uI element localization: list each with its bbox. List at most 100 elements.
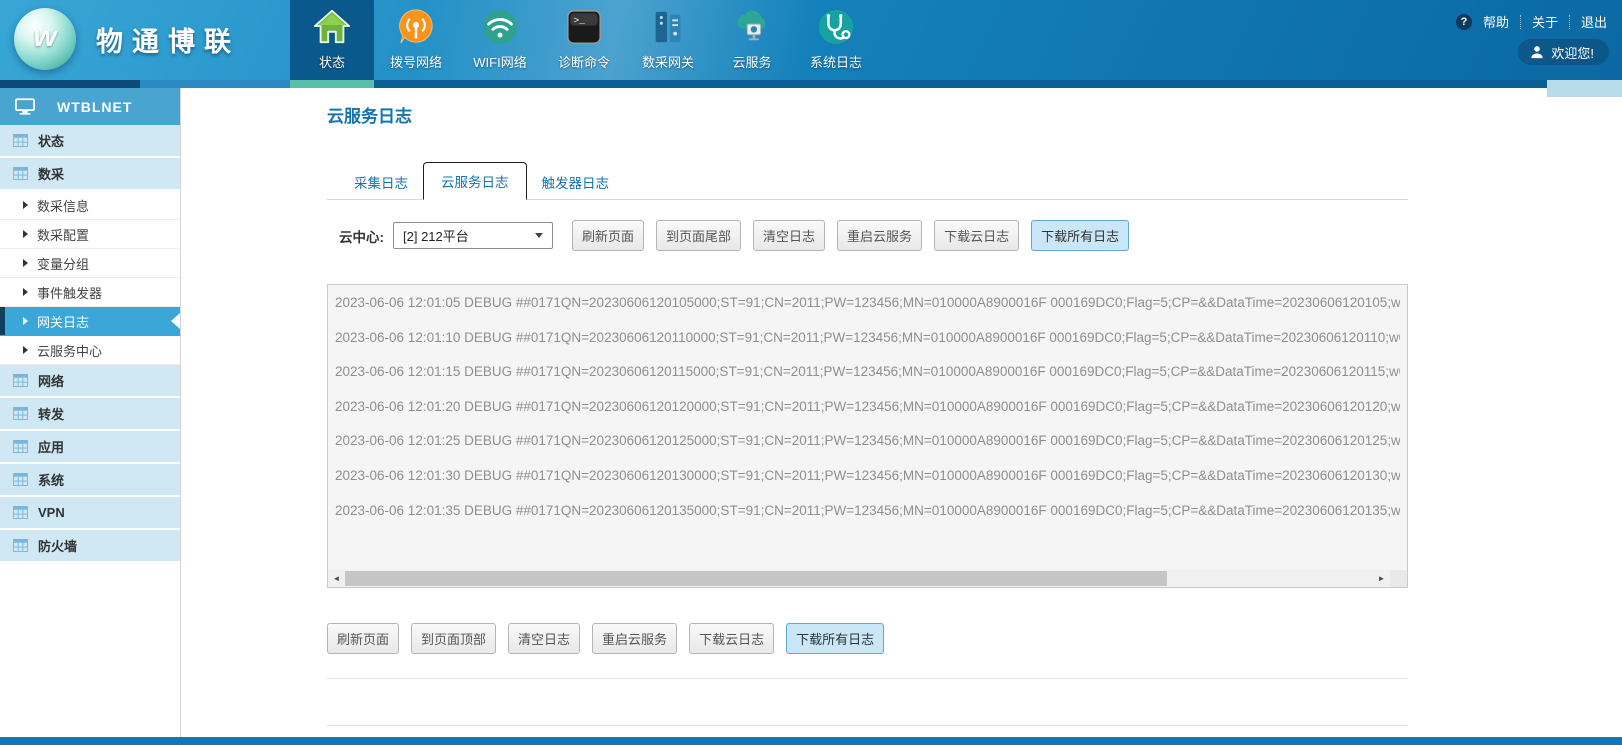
- scrollbar-corner: [1390, 570, 1407, 587]
- log-line: 2023-06-06 12:01:05 DEBUG ##0171QN=20230…: [335, 286, 1400, 321]
- cloud-center-select[interactable]: [2] 212平台: [393, 222, 553, 249]
- clear-log-button-bottom[interactable]: 清空日志: [508, 623, 580, 654]
- header-links: ? 帮助 关于 退出: [1456, 12, 1607, 31]
- log-line: 2023-06-06 12:01:10 DEBUG ##0171QN=20230…: [335, 321, 1400, 356]
- welcome-text: 欢迎您!: [1551, 43, 1594, 62]
- help-link[interactable]: 帮助: [1483, 12, 1509, 31]
- sidebar-item-data-collect[interactable]: 数采: [0, 158, 180, 191]
- scrollbar-track[interactable]: [345, 570, 1373, 587]
- server-gateway-icon: [647, 6, 689, 48]
- user-icon: [1530, 45, 1544, 59]
- broadcast-icon: [395, 6, 437, 48]
- nav-item-status[interactable]: 状态: [290, 0, 374, 80]
- refresh-page-button[interactable]: 刷新页面: [572, 220, 644, 251]
- nav-item-system-log[interactable]: 系统日志: [794, 0, 878, 80]
- tab-cloud-service-log[interactable]: 云服务日志: [423, 162, 527, 200]
- brand-logo: w 物通博联: [14, 8, 240, 70]
- log-toolbar: 云中心: [2] 212平台 刷新页面 到页面尾部 清空日志 重启云服务 下载云…: [327, 220, 1408, 251]
- sidebar-item-forward[interactable]: 转发: [0, 398, 180, 431]
- download-all-logs-button[interactable]: 下载所有日志: [1031, 220, 1129, 251]
- refresh-page-button-bottom[interactable]: 刷新页面: [327, 623, 399, 654]
- nav-item-wifi-network[interactable]: WIFI网络: [458, 0, 542, 80]
- sidebar-item-collect-info[interactable]: 数采信息: [0, 191, 180, 220]
- tab-collect-log[interactable]: 采集日志: [339, 165, 423, 199]
- sidebar-item-variable-group[interactable]: 变量分组: [0, 249, 180, 278]
- chevron-down-icon: [535, 233, 543, 238]
- nav-item-cloud-service[interactable]: 云服务: [710, 0, 794, 80]
- sidebar-item-application[interactable]: 应用: [0, 431, 180, 464]
- scroll-right-arrow[interactable]: ►: [1373, 570, 1390, 587]
- svg-text:>_: >_: [574, 15, 586, 26]
- grid-icon: [13, 473, 28, 486]
- sidebar-item-collect-config[interactable]: 数采配置: [0, 220, 180, 249]
- nav-item-diagnostic-command[interactable]: >_ 诊断命令: [542, 0, 626, 80]
- logo-sphere-icon: w: [14, 8, 76, 70]
- grid-icon: [13, 374, 28, 387]
- log-line: 2023-06-06 12:01:20 DEBUG ##0171QN=20230…: [335, 390, 1400, 425]
- grid-icon: [13, 440, 28, 453]
- caret-right-icon: [23, 230, 28, 238]
- page-title: 云服务日志: [327, 102, 1408, 127]
- terminal-icon: >_: [563, 6, 605, 48]
- sidebar-item-vpn[interactable]: VPN: [0, 497, 180, 530]
- link-separator: [1520, 15, 1521, 29]
- cloud-center-label: 云中心:: [339, 226, 384, 246]
- scroll-left-arrow[interactable]: ◄: [328, 570, 345, 587]
- grid-icon: [13, 407, 28, 420]
- active-nav-underline: [290, 80, 374, 88]
- bottom-accent-band: [0, 737, 1622, 745]
- main-content: 云服务日志 采集日志 云服务日志 触发器日志 云中心: [2] 212平台 刷新…: [327, 88, 1408, 745]
- horizontal-scrollbar[interactable]: ◄ ►: [328, 570, 1390, 587]
- welcome-badge[interactable]: 欢迎您!: [1518, 39, 1609, 65]
- nav-item-dialup-network[interactable]: 拨号网络: [374, 0, 458, 80]
- section-divider: [327, 678, 1408, 679]
- download-cloud-log-button[interactable]: 下载云日志: [934, 220, 1019, 251]
- about-link[interactable]: 关于: [1532, 12, 1558, 31]
- brand-name: 物通博联: [96, 20, 240, 59]
- sidebar-item-status[interactable]: 状态: [0, 125, 180, 158]
- header-bottom-strip: [0, 80, 1622, 88]
- logout-link[interactable]: 退出: [1581, 12, 1607, 31]
- sidebar: WTBLNET 状态 数采 数采信息 数采配置 变量分组 事件触发器 网关日志 …: [0, 88, 181, 737]
- sidebar-item-network[interactable]: 网络: [0, 365, 180, 398]
- top-nav: 状态 拨号网络 WIFI网络 >_ 诊断命令 数采网关: [290, 0, 878, 80]
- sidebar-device-header: WTBLNET: [0, 88, 180, 125]
- caret-right-icon: [23, 201, 28, 209]
- sidebar-item-cloud-center[interactable]: 云服务中心: [0, 336, 180, 365]
- wifi-icon: [479, 6, 521, 48]
- restart-cloud-service-button[interactable]: 重启云服务: [837, 220, 922, 251]
- sidebar-item-event-trigger[interactable]: 事件触发器: [0, 278, 180, 307]
- cloud-center-selected-value: [2] 212平台: [403, 226, 469, 245]
- restart-cloud-service-button-bottom[interactable]: 重启云服务: [592, 623, 677, 654]
- device-name-text: WTBLNET: [57, 99, 132, 115]
- log-line: 2023-06-06 12:01:30 DEBUG ##0171QN=20230…: [335, 459, 1400, 494]
- tab-trigger-log[interactable]: 触发器日志: [527, 165, 625, 199]
- home-icon: [311, 6, 353, 48]
- scrollbar-thumb[interactable]: [345, 571, 1167, 586]
- grid-icon: [13, 134, 28, 147]
- right-accent-strip: [1547, 80, 1622, 97]
- sidebar-item-gateway-log[interactable]: 网关日志: [0, 307, 180, 336]
- download-cloud-log-button-bottom[interactable]: 下载云日志: [689, 623, 774, 654]
- goto-page-top-button[interactable]: 到页面顶部: [411, 623, 496, 654]
- log-line: 2023-06-06 12:01:25 DEBUG ##0171QN=20230…: [335, 424, 1400, 459]
- caret-right-icon: [23, 317, 28, 325]
- help-icon: ?: [1456, 14, 1472, 30]
- log-bottom-toolbar: 刷新页面 到页面顶部 清空日志 重启云服务 下载云日志 下载所有日志: [327, 623, 1408, 654]
- sidebar-item-firewall[interactable]: 防火墙: [0, 530, 180, 563]
- monitor-icon: [15, 98, 35, 115]
- log-lines: 2023-06-06 12:01:05 DEBUG ##0171QN=20230…: [328, 285, 1407, 529]
- stethoscope-icon: [815, 6, 857, 48]
- download-all-logs-button-bottom[interactable]: 下载所有日志: [786, 623, 884, 654]
- goto-page-bottom-button[interactable]: 到页面尾部: [656, 220, 741, 251]
- clear-log-button[interactable]: 清空日志: [753, 220, 825, 251]
- caret-right-icon: [23, 259, 28, 267]
- log-viewer[interactable]: 2023-06-06 12:01:05 DEBUG ##0171QN=20230…: [327, 284, 1408, 588]
- cloud-icon: [731, 6, 773, 48]
- grid-icon: [13, 506, 28, 519]
- grid-icon: [13, 167, 28, 180]
- sidebar-item-system[interactable]: 系统: [0, 464, 180, 497]
- log-line: 2023-06-06 12:01:35 DEBUG ##0171QN=20230…: [335, 494, 1400, 529]
- tab-bar: 采集日志 云服务日志 触发器日志: [327, 162, 1408, 200]
- nav-item-data-gateway[interactable]: 数采网关: [626, 0, 710, 80]
